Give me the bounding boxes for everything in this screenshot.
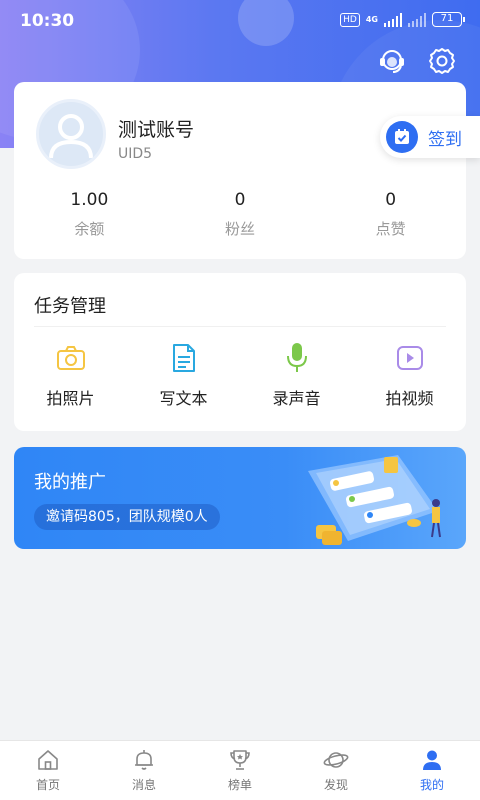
profile-card: 测试账号 UID5 1.00 余额 0 粉丝 0 点赞 [14,82,466,259]
status-time: 10:30 [20,11,75,31]
task-label: 拍照片 [46,389,95,408]
nav-item-home[interactable]: 首页 [0,741,96,800]
signal-icon [384,12,402,27]
promo-title: 我的推广 [34,472,106,493]
user-id: UID5 [118,146,153,162]
nav-item-messages[interactable]: 消息 [96,741,192,800]
planet-icon [288,747,384,773]
nav-item-ranking[interactable]: 榜单 [192,741,288,800]
camera-icon [14,341,127,375]
promo-illustration [288,451,458,549]
user-name: 测试账号 [118,119,195,141]
nav-label: 首页 [35,778,60,792]
stat-fans[interactable]: 0 粉丝 [165,190,316,239]
customer-service-icon[interactable] [377,46,407,76]
network-type: 4G [365,15,378,24]
task-card: 任务管理 拍照片 写文本 录声音 拍视频 [14,273,466,431]
microphone-icon [240,341,353,375]
video-play-icon [353,341,466,375]
stat-value: 1.00 [70,190,109,210]
stat-label: 粉丝 [225,220,256,238]
task-photo-button[interactable]: 拍照片 [14,341,127,409]
nav-label: 消息 [131,778,156,792]
signin-button[interactable]: 签到 [380,116,480,158]
stat-label: 点赞 [375,220,406,238]
nav-label: 我的 [419,778,444,792]
stat-balance[interactable]: 1.00 余额 [14,190,165,239]
stat-likes[interactable]: 0 点赞 [315,190,466,239]
stat-value: 0 [385,190,397,210]
trophy-icon [192,747,288,773]
nav-label: 榜单 [227,778,252,792]
task-audio-button[interactable]: 录声音 [240,341,353,409]
signin-label: 签到 [428,129,462,150]
bottom-nav: 首页 消息 榜单 发现 我的 [0,740,480,800]
divider [34,326,446,327]
calendar-check-icon [386,121,418,153]
task-tools: 拍照片 写文本 录声音 拍视频 [14,341,466,409]
stat-value: 0 [234,190,246,210]
profile-stats: 1.00 余额 0 粉丝 0 点赞 [14,190,466,239]
task-label: 写文本 [159,389,208,408]
nav-item-discover[interactable]: 发现 [288,741,384,800]
user-icon [384,747,480,773]
battery-icon: 71 [432,12,465,27]
stat-label: 余额 [74,220,105,238]
task-text-button[interactable]: 写文本 [127,341,240,409]
bell-icon [96,747,192,773]
promo-invite-info: 邀请码805，团队规模0人 [34,504,220,530]
status-bar: 10:30 HD 4G 71 [0,0,480,40]
nav-item-me[interactable]: 我的 [384,741,480,800]
home-icon [0,747,96,773]
settings-gear-icon[interactable] [427,46,457,76]
nav-label: 发现 [323,778,348,792]
task-title: 任务管理 [34,296,106,317]
signal-icon-2 [408,12,426,27]
promo-banner[interactable]: 我的推广 邀请码805，团队规模0人 [14,447,466,549]
task-video-button[interactable]: 拍视频 [353,341,466,409]
task-label: 录声音 [272,389,321,408]
hd-indicator: HD [340,12,360,27]
document-icon [127,341,240,375]
task-label: 拍视频 [385,389,434,408]
avatar[interactable] [36,99,106,169]
